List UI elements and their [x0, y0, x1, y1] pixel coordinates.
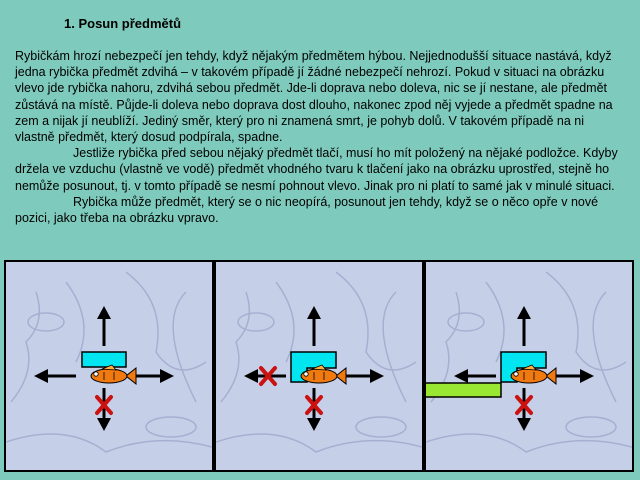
- arrow-down-icon: [307, 418, 321, 431]
- arrow-right-icon: [160, 369, 174, 383]
- panel-left: [4, 260, 214, 472]
- arrow-up-icon: [97, 306, 111, 319]
- panel-right: [424, 260, 634, 472]
- scene-right: [426, 271, 632, 453]
- paragraph-2: Jestliže rybička před sebou nějaký předm…: [15, 146, 618, 193]
- page-title: 1. Posun předmětů: [64, 16, 182, 31]
- arrow-left-icon: [454, 369, 468, 383]
- arrow-up-icon: [307, 306, 321, 319]
- arrow-up-icon: [517, 306, 531, 319]
- arrow-left-icon: [34, 369, 48, 383]
- arrow-right-icon: [370, 369, 384, 383]
- panel-middle: [214, 260, 424, 472]
- body-text: Rybičkám hrozí nebezpečí jen tehdy, když…: [15, 48, 625, 226]
- arrow-right-icon: [580, 369, 594, 383]
- arrow-down-icon: [97, 418, 111, 431]
- scene-left: [6, 271, 212, 453]
- illustration-panels: [4, 260, 636, 472]
- object-flat-bar: [81, 351, 127, 368]
- scene-middle: [216, 271, 422, 453]
- paragraph-1: Rybičkám hrozí nebezpečí jen tehdy, když…: [15, 49, 613, 145]
- paragraph-3: Rybička může předmět, který se o nic neo…: [15, 194, 599, 226]
- support-platform: [426, 382, 502, 398]
- arrow-left-icon: [244, 369, 258, 383]
- fish-icon: [90, 364, 137, 386]
- arrow-down-icon: [517, 418, 531, 431]
